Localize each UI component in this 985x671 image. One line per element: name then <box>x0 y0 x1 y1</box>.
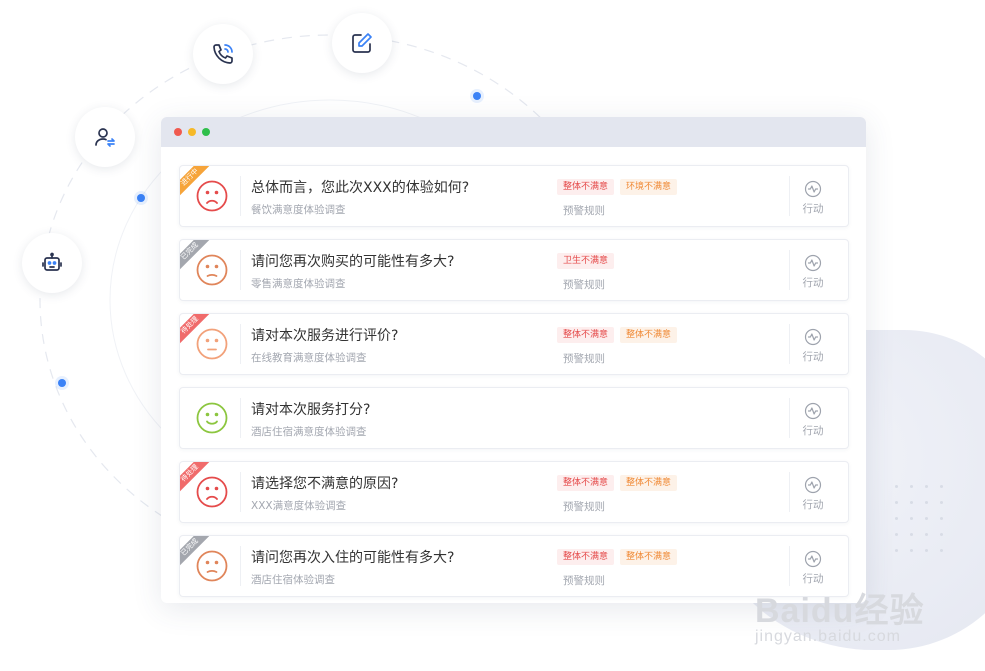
action-label: 行动 <box>802 351 824 363</box>
alert-rule-label: 预警规则 <box>563 575 605 587</box>
card-divider <box>789 250 790 290</box>
survey-name: XXX满意度体验调查 <box>251 500 347 512</box>
action-button[interactable]: 行动 <box>800 251 826 290</box>
alert-tag[interactable]: 整体不满意 <box>557 327 615 343</box>
survey-card[interactable]: 待处理 请对本次服务进行评价? 在线教育满意度体验调查 整体不满意 整体不满意 预警规则行… <box>179 313 849 375</box>
survey-list: 进行中 总体而言，您此次XXX的体验如何? 餐饮满意度体验调查 整体不满意 环境不满意预… <box>179 165 849 603</box>
user-transfer-node[interactable] <box>75 107 135 167</box>
alert-tag[interactable]: 整体不满意 <box>620 327 678 343</box>
action-button[interactable]: 行动 <box>800 177 826 216</box>
action-label: 行动 <box>802 277 824 289</box>
alert-tags: 整体不满意 整体不满意 <box>557 475 678 491</box>
alert-tags: 整体不满意 环境不满意 <box>557 179 678 195</box>
action-button[interactable]: 行动 <box>800 325 826 364</box>
action-label: 行动 <box>802 203 824 215</box>
action-pulse-icon <box>800 180 826 198</box>
action-button[interactable]: 行动 <box>800 399 826 438</box>
alert-tag[interactable]: 整体不满意 <box>620 549 678 565</box>
alert-tag[interactable]: 卫生不满意 <box>557 253 615 269</box>
user-transfer-icon <box>95 128 115 147</box>
action-pulse-icon <box>800 550 826 568</box>
survey-name: 在线教育满意度体验调查 <box>251 352 367 364</box>
robot-icon <box>42 252 62 271</box>
maximize-window-button[interactable] <box>202 128 210 136</box>
baidu-watermark: Baidu经验 jingyan.baidu.com <box>755 583 924 646</box>
alert-tag[interactable]: 整体不满意 <box>557 475 615 491</box>
close-window-button[interactable] <box>174 128 182 136</box>
action-label: 行动 <box>802 499 824 511</box>
action-button[interactable]: 行动 <box>800 547 826 586</box>
alert-rule-label: 预警规则 <box>563 279 605 291</box>
card-divider <box>789 398 790 438</box>
watermark-sub-text: jingyan.baidu.com <box>755 628 901 645</box>
survey-card[interactable]: 待处理 请选择您不满意的原因? XXX满意度体验调查 整体不满意 整体不满意 预警规则 行动 <box>179 461 849 523</box>
card-divider <box>789 546 790 586</box>
action-button[interactable]: 行动 <box>800 473 826 512</box>
action-pulse-icon <box>800 476 826 494</box>
card-divider <box>240 472 241 512</box>
survey-name: 餐饮满意度体验调查 <box>251 204 346 216</box>
action-pulse-icon <box>800 402 826 420</box>
action-pulse-icon <box>800 328 826 346</box>
orbit-dot <box>137 194 145 202</box>
alert-rule-label: 预警规则 <box>563 501 605 513</box>
alert-tag[interactable]: 整体不满意 <box>557 549 615 565</box>
survey-window: 进行中 总体而言，您此次XXX的体验如何? 餐饮满意度体验调查 整体不满意 环境不满意预… <box>161 117 866 603</box>
alert-tag[interactable]: 整体不满意 <box>620 475 678 491</box>
survey-card[interactable]: 已完成 请问您再次购买的可能性有多大? 零售满意度体验调查 卫生不满意 预警规则 行动 <box>179 239 849 301</box>
question-title: 请问您再次入住的可能性有多大? <box>251 550 455 566</box>
alert-tag[interactable]: 环境不满意 <box>620 179 678 195</box>
question-title: 请对本次服务进行评价? <box>251 328 399 344</box>
survey-card[interactable]: 进行中 总体而言，您此次XXX的体验如何? 餐饮满意度体验调查 整体不满意 环境不满意预… <box>179 165 849 227</box>
action-label: 行动 <box>802 425 824 437</box>
dots-grid-decoration <box>895 485 955 565</box>
action-pulse-icon <box>800 254 826 272</box>
orbit-dot <box>58 379 66 387</box>
card-divider <box>240 176 241 216</box>
alert-tags: 整体不满意 整体不满意 <box>557 327 678 343</box>
alert-rule-label: 预警规则 <box>563 353 605 365</box>
alert-tags: 卫生不满意 <box>557 253 615 269</box>
orbit-dot <box>473 92 481 100</box>
survey-card[interactable]: 已完成 请问您再次入住的可能性有多大? 酒店住宿体验调查 整体不满意 整体不满意 预警规则… <box>179 535 849 597</box>
survey-name: 酒店住宿体验调查 <box>251 574 335 586</box>
card-divider <box>240 546 241 586</box>
question-title: 请对本次服务打分? <box>251 402 371 418</box>
card-divider <box>789 176 790 216</box>
card-divider <box>240 398 241 438</box>
survey-card[interactable]: 请对本次服务打分? 酒店住宿满意度体验调查 行动 <box>179 387 849 449</box>
question-title: 请选择您不满意的原因? <box>251 476 399 492</box>
robot-node[interactable] <box>22 233 82 293</box>
alert-rule-label: 预警规则 <box>563 205 605 217</box>
phone-call-icon <box>213 44 233 64</box>
alert-tags: 整体不满意 整体不满意 <box>557 549 678 565</box>
question-title: 请问您再次购买的可能性有多大? <box>251 254 455 270</box>
alert-tag[interactable]: 整体不满意 <box>557 179 615 195</box>
card-divider <box>789 324 790 364</box>
edit-node[interactable] <box>332 13 392 73</box>
card-divider <box>240 250 241 290</box>
minimize-window-button[interactable] <box>188 128 196 136</box>
question-title: 总体而言，您此次XXX的体验如何? <box>251 180 470 196</box>
survey-name: 零售满意度体验调查 <box>251 278 346 290</box>
card-divider <box>789 472 790 512</box>
phone-call-node[interactable] <box>193 24 253 84</box>
edit-icon <box>352 33 372 53</box>
card-divider <box>240 324 241 364</box>
window-titlebar <box>161 117 866 147</box>
watermark-main-text: Baidu经验 <box>755 592 925 630</box>
survey-name: 酒店住宿满意度体验调查 <box>251 426 367 438</box>
